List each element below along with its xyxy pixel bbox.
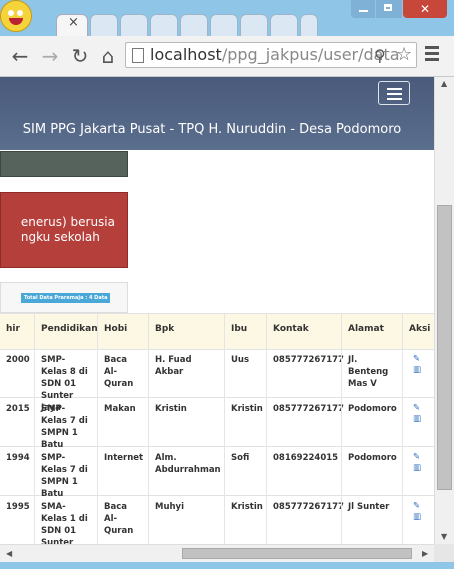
window-frame-bottom — [0, 562, 454, 569]
table-cell: Kristin — [224, 495, 266, 544]
vertical-scroll-thumb[interactable] — [437, 205, 452, 490]
table-cell: Uus — [224, 348, 266, 397]
horizontal-scroll-thumb[interactable] — [182, 548, 412, 559]
site-title: SIM PPG Jakarta Pusat - TPQ H. Nuruddin … — [22, 122, 402, 137]
table-cell: 2015 — [6, 404, 30, 414]
table-row: 1995 SMA-Kelas 1 di SDN 01 Sunter JayaBac… — [0, 495, 434, 544]
trash-icon[interactable]: ▥ — [413, 512, 428, 523]
table-cell: 085777267177 — [266, 397, 344, 446]
actions-cell: ✎ ▥ — [402, 446, 434, 495]
stat-panel-gray — [0, 151, 128, 177]
scroll-right-arrow-icon[interactable]: ▶ — [422, 549, 428, 558]
table-cell: Baca Al-Quran — [97, 348, 148, 397]
scroll-down-arrow-icon[interactable]: ▼ — [441, 532, 447, 541]
data-count-box: Total Data Praremaja : 4 Data — [0, 282, 128, 313]
table-cell: 08169224015 — [266, 446, 341, 495]
table-cell: Muhyi — [148, 495, 224, 544]
tab[interactable] — [180, 14, 208, 37]
column-header[interactable]: Bpk — [148, 314, 224, 349]
close-window-button[interactable]: ✕ — [403, 0, 447, 18]
column-header[interactable]: Ibu — [224, 314, 266, 349]
edit-icon[interactable]: ✎ — [413, 403, 428, 414]
table-header-row: hir Pendidikan Hobi Bpk Ibu Kontak Alama… — [0, 313, 434, 350]
edit-icon[interactable]: ✎ — [413, 354, 428, 365]
table-cell: SMA-Kelas 1 di SDN 01 Sunter Jaya — [34, 495, 97, 544]
home-icon[interactable]: ⌂ — [96, 44, 120, 68]
back-arrow-icon[interactable]: ← — [8, 44, 32, 68]
page-viewport: SIM PPG Jakarta Pusat - TPQ H. Nuruddin … — [0, 77, 434, 544]
table-cell: 085777267177 — [266, 348, 344, 397]
browser-toolbar: ← → ↻ ⌂ localhost/ppg_jakpus/user/data ⚲… — [0, 36, 454, 77]
page-icon — [132, 48, 144, 63]
table-cell: SMP-Kelas 7 di SMPN 1 Batu — [34, 397, 97, 450]
edit-icon[interactable]: ✎ — [413, 501, 428, 512]
edit-icon[interactable]: ✎ — [413, 452, 428, 463]
stat-panel-red: enerus) berusia ngku sekolah — [0, 192, 128, 268]
table-cell: Baca Al-Quran — [97, 495, 148, 544]
table-row: 2000 SMP-Kelas 8 di SDN 01 Sunter Jaya Bac… — [0, 348, 434, 413]
browser-menu-icon[interactable] — [425, 46, 439, 64]
tab[interactable] — [90, 14, 118, 37]
column-header[interactable]: Alamat — [341, 314, 402, 349]
trash-icon[interactable]: ▥ — [413, 414, 428, 425]
nav-toggle-button[interactable] — [378, 81, 410, 105]
table-cell: Podomoro — [341, 446, 402, 495]
bookmark-star-icon[interactable]: ☆ — [396, 44, 412, 65]
tab[interactable] — [150, 14, 178, 37]
scroll-up-arrow-icon[interactable]: ▲ — [441, 79, 447, 88]
forward-arrow-icon[interactable]: → — [38, 44, 62, 68]
tab[interactable] — [120, 14, 148, 37]
column-header[interactable]: Pendidikan — [34, 314, 98, 349]
table-cell: 085777267177 — [266, 495, 344, 544]
vertical-scrollbar[interactable]: ▲ ▼ — [434, 77, 454, 544]
table-cell: H. Fuad Akbar — [148, 348, 224, 397]
site-header: SIM PPG Jakarta Pusat - TPQ H. Nuruddin … — [0, 77, 434, 150]
table-cell: Jl. Benteng Mas V — [341, 348, 402, 397]
tab[interactable] — [210, 14, 238, 37]
column-header[interactable]: Kontak — [266, 314, 341, 349]
table-cell: SMP-Kelas 7 di SMPN 1 Batu — [34, 446, 97, 499]
scrollbar-corner — [434, 544, 454, 562]
trash-icon[interactable]: ▥ — [413, 365, 428, 376]
table-cell: Jl Sunter — [341, 495, 402, 544]
table-cell: SMP-Kelas 8 di SDN 01 Sunter Jaya — [34, 348, 97, 413]
table-cell: Kristin — [148, 397, 224, 446]
table-row: 2015 SMP-Kelas 7 di SMPN 1 Batu Makan Krist… — [0, 397, 434, 450]
actions-cell: ✎ ▥ — [402, 397, 434, 446]
browser-tab-strip: × ✕ — [0, 0, 454, 37]
horizontal-scrollbar[interactable]: ◀ ▶ — [0, 544, 434, 563]
scroll-left-arrow-icon[interactable]: ◀ — [6, 549, 12, 558]
table-cell: Alm. Abdurrahman — [148, 446, 224, 495]
trash-icon[interactable]: ▥ — [413, 463, 428, 474]
table-cell: 2000 — [6, 355, 30, 365]
minimize-button[interactable] — [351, 0, 375, 18]
new-tab-button[interactable] — [300, 14, 318, 37]
tab[interactable] — [240, 14, 268, 37]
table-cell: Internet — [97, 446, 148, 495]
tab-close-icon[interactable]: × — [68, 15, 79, 30]
tab[interactable] — [270, 14, 298, 37]
actions-cell: ✎ ▥ — [402, 495, 434, 544]
column-header[interactable]: Hobi — [97, 314, 148, 349]
table-cell: 1995 — [6, 502, 30, 512]
column-header[interactable]: Aksi — [402, 314, 434, 349]
table-cell: Podomoro — [341, 397, 402, 446]
column-header[interactable]: hir — [0, 314, 34, 349]
table-cell: Sofi — [224, 446, 266, 495]
panel-red-text: enerus) berusia ngku sekolah — [20, 215, 115, 244]
data-count-badge: Total Data Praremaja : 4 Data — [21, 293, 111, 303]
actions-cell: ✎ ▥ — [402, 348, 434, 397]
url-text: localhost/ppg_jakpus/user/data — [150, 45, 400, 64]
reload-icon[interactable]: ↻ — [68, 44, 92, 68]
address-bar[interactable]: localhost/ppg_jakpus/user/data ⚲ ☆ — [125, 42, 417, 68]
table-cell: Makan — [97, 397, 148, 446]
table-cell: 1994 — [6, 453, 30, 463]
maximize-button[interactable] — [376, 0, 402, 18]
table-row: 1994 SMP-Kelas 7 di SMPN 1 Batu Internet Al… — [0, 446, 434, 499]
search-icon[interactable]: ⚲ — [374, 46, 386, 65]
profile-emoji-icon[interactable] — [0, 0, 32, 32]
table-cell: Kristin — [224, 397, 266, 446]
